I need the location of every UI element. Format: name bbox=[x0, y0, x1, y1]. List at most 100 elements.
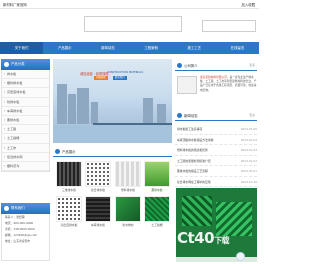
product-image bbox=[115, 161, 141, 187]
building bbox=[68, 94, 76, 124]
sidebar-item[interactable]: 土工格栅 bbox=[2, 134, 49, 144]
sidebar-item[interactable]: 塑料排水板 bbox=[2, 79, 49, 89]
news-item[interactable]: 土工膜的质量检测标准介绍 2024-01-02 bbox=[175, 156, 257, 166]
hero-banner[interactable]: 诚信经营 · 品质保障 CONSTRUCTION MATERIALS 详细查看 … bbox=[53, 59, 172, 143]
product-caption: 土工格栅 bbox=[151, 223, 163, 227]
sidebar-item[interactable]: 高密度排水板 bbox=[2, 88, 49, 98]
top-bar: 新材料厂家官网 加入收藏 bbox=[0, 0, 259, 9]
about-text: 泰安某新材料有限公司，是一家专业生产排水板、土工膜、土工布等新型建筑材料的企业，… bbox=[200, 75, 257, 92]
about-heading: 公司简介 更多 bbox=[175, 61, 257, 71]
product-card[interactable]: 塑料排水板 bbox=[115, 161, 141, 192]
nav-item-process[interactable]: 施工工艺 bbox=[173, 42, 216, 54]
product-card[interactable]: 防水卷材 bbox=[115, 196, 141, 227]
product-caption: 防水卷材 bbox=[122, 223, 134, 227]
about-more-link[interactable]: 更多 bbox=[249, 63, 255, 67]
sidebar-heading: 产品分类 bbox=[1, 59, 50, 70]
product-image bbox=[56, 196, 82, 222]
nav-item-message[interactable]: 在线留言 bbox=[216, 42, 259, 54]
products-title: 产品展示 bbox=[62, 150, 76, 154]
about-section: 泰安某新材料有限公司，是一家专业生产排水板、土工膜、土工布等新型建筑材料的企业，… bbox=[175, 74, 257, 104]
products-icon bbox=[55, 149, 60, 154]
news-list: 排水板施工注意事项 2024-01-05 车库顶板排水板铺设方法详解 2024-01… bbox=[175, 124, 257, 187]
project-photo[interactable] bbox=[176, 188, 257, 262]
nav-item-about[interactable]: 关于我们 bbox=[0, 42, 44, 54]
sidebar-title: 产品分类 bbox=[11, 62, 25, 66]
news-item-title: 蓄排水板的铺设工艺流程 bbox=[177, 169, 208, 173]
product-caption: 复合排水板 bbox=[91, 188, 105, 192]
news-title: 新闻动态 bbox=[184, 114, 198, 118]
product-caption: 塑料排水板 bbox=[121, 188, 135, 192]
news-icon bbox=[177, 113, 182, 118]
products-heading: 产品展示 bbox=[53, 147, 172, 157]
header-banner-slot bbox=[84, 16, 182, 32]
sidebar-item[interactable]: 复合排水网 bbox=[2, 152, 49, 162]
sidebar-item[interactable]: 防排水板 bbox=[2, 97, 49, 107]
sidebar-item[interactable]: 土工膜 bbox=[2, 125, 49, 135]
nav-item-products[interactable]: 产品展示 bbox=[43, 42, 86, 54]
photo-caption-bar bbox=[176, 257, 257, 262]
watermark-cn: 下载 bbox=[214, 236, 230, 245]
product-caption: 蓄排水板 bbox=[151, 188, 163, 192]
contact-line: 地址：山东省泰安市 bbox=[5, 239, 31, 243]
news-item-date: 2024-01-04 bbox=[240, 137, 257, 142]
news-heading: 新闻动态 更多 bbox=[175, 111, 257, 121]
contact-title: 联系我们 bbox=[11, 206, 25, 210]
product-image bbox=[85, 196, 111, 222]
building bbox=[157, 104, 166, 124]
hero-detail-button[interactable]: 详细查看 bbox=[94, 76, 108, 80]
favorite-link[interactable]: 加入收藏 bbox=[241, 2, 255, 7]
phone-icon bbox=[4, 206, 9, 211]
news-item-title: 复合排水网在工程中的应用 bbox=[177, 179, 211, 184]
product-caption: 三维排水板 bbox=[62, 188, 76, 192]
product-image bbox=[115, 196, 141, 222]
sidebar-item[interactable]: 车库排水板 bbox=[2, 106, 49, 116]
hero-subtext: CONSTRUCTION MATERIALS bbox=[107, 71, 144, 74]
product-card[interactable]: 蓄排水板 bbox=[144, 161, 170, 192]
product-card[interactable]: 车库排水板 bbox=[85, 196, 111, 227]
product-card[interactable]: 高密度排水板 bbox=[56, 196, 82, 227]
about-icon bbox=[177, 63, 182, 68]
news-item[interactable]: 复合排水网在工程中的应用 2023-12-30 bbox=[175, 177, 257, 187]
building bbox=[77, 88, 89, 124]
product-image bbox=[144, 196, 170, 222]
news-item[interactable]: 车库顶板排水板铺设方法详解 2024-01-04 bbox=[175, 135, 257, 145]
nav-item-news[interactable]: 新闻动态 bbox=[86, 42, 129, 54]
sidebar-list: 排水板 塑料排水板 高密度排水板 防排水板 车库排水板 蓄排水板 土工膜 土工格… bbox=[1, 70, 50, 173]
news-item[interactable]: 蓄排水板的铺设工艺流程 2024-01-01 bbox=[175, 166, 257, 177]
nav-item-cases[interactable]: 工程案例 bbox=[130, 42, 173, 54]
header-contact-slot bbox=[202, 20, 256, 32]
news-item-date: 2023-12-30 bbox=[240, 179, 257, 184]
product-caption: 高密度排水板 bbox=[60, 223, 78, 227]
watermark: Ct40下载 bbox=[177, 229, 230, 247]
building bbox=[91, 102, 98, 124]
sidebar-item[interactable]: 塑料盲沟 bbox=[2, 161, 49, 171]
product-image bbox=[85, 161, 111, 187]
building bbox=[143, 98, 153, 124]
news-item[interactable]: 塑料排水板的用途和优势 2024-01-03 bbox=[175, 145, 257, 156]
news-more-link[interactable]: 更多 bbox=[249, 113, 255, 117]
contact-box: 联系我们 联系人：张经理 电话：400-000-0000 手机：138 0000… bbox=[1, 203, 50, 261]
news-item[interactable]: 排水板施工注意事项 2024-01-05 bbox=[175, 124, 257, 135]
watermark-icon bbox=[236, 252, 245, 261]
contact-heading: 联系我们 bbox=[1, 203, 50, 214]
sidebar-item[interactable]: 蓄排水板 bbox=[2, 115, 49, 125]
product-image bbox=[56, 161, 82, 187]
building bbox=[57, 84, 67, 124]
hero-contact-button[interactable]: 联系我们 bbox=[113, 76, 127, 80]
news-item-date: 2024-01-03 bbox=[240, 148, 257, 152]
news-item-title: 塑料排水板的用途和优势 bbox=[177, 148, 208, 152]
news-item-date: 2024-01-05 bbox=[240, 127, 257, 131]
product-caption: 车库排水板 bbox=[91, 223, 105, 227]
product-card[interactable]: 三维排水板 bbox=[56, 161, 82, 192]
product-card[interactable]: 土工格栅 bbox=[144, 196, 170, 227]
site-title: 新材料厂家官网 bbox=[3, 3, 27, 7]
about-title: 公司简介 bbox=[184, 64, 198, 68]
logo[interactable] bbox=[10, 15, 50, 37]
sidebar-item[interactable]: 土工布 bbox=[2, 143, 49, 153]
sidebar: 产品分类 排水板 塑料排水板 高密度排水板 防排水板 车库排水板 蓄排水板 土工… bbox=[1, 59, 50, 173]
news-item-title: 排水板施工注意事项 bbox=[177, 127, 203, 131]
product-card[interactable]: 复合排水板 bbox=[85, 161, 111, 192]
sidebar-item[interactable]: 排水板 bbox=[2, 70, 49, 79]
news-item-title: 土工膜的质量检测标准介绍 bbox=[177, 158, 211, 163]
watermark-latin: Ct40 bbox=[177, 229, 215, 247]
